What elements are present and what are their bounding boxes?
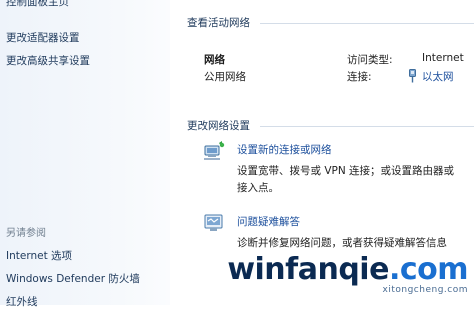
section-divider (260, 23, 474, 24)
network-name: 网络 (204, 54, 225, 66)
connection-label: 连接: (347, 71, 372, 83)
main-panel: 查看活动网络 网络 公用网络 访问类型: Internet 连接: 以太网 更改… (170, 0, 474, 305)
troubleshoot-problems-link[interactable]: 问题疑难解答 (237, 214, 300, 229)
network-type-link[interactable]: 公用网络 (204, 69, 246, 84)
troubleshoot-icon (204, 214, 224, 236)
setup-new-connection-desc-line1: 设置宽带、拨号或 VPN 连接；或设置路由器或 (237, 165, 455, 177)
access-type-value: Internet (422, 52, 464, 64)
setup-new-connection-desc-line2: 接入点。 (237, 182, 279, 194)
active-networks-header: 查看活动网络 (187, 17, 250, 29)
troubleshoot-desc-line1: 诊断并修复网络问题，或者获得疑难解答信息 (237, 237, 447, 249)
setup-new-connection-link[interactable]: 设置新的连接或网络 (237, 142, 332, 157)
change-advanced-sharing-link[interactable]: 更改高级共享设置 (6, 53, 90, 68)
change-network-settings-header: 更改网络设置 (187, 120, 250, 132)
see-also-infrared-link[interactable]: 红外线 (6, 294, 38, 309)
new-connection-icon (202, 141, 226, 165)
watermark: winfanqie.com xitongcheng.com (227, 252, 468, 296)
connection-ethernet-link[interactable]: 以太网 (422, 69, 454, 84)
see-also-heading: 另请参阅 (6, 228, 46, 239)
change-adapter-settings-link[interactable]: 更改适配器设置 (6, 30, 80, 45)
sidebar: 控制面板主页 更改适配器设置 更改高级共享设置 另请参阅 Internet 选项… (0, 0, 170, 308)
access-type-label: 访问类型: (347, 54, 393, 66)
ethernet-icon (408, 68, 417, 87)
see-also-defender-firewall-link[interactable]: Windows Defender 防火墙 (6, 271, 140, 286)
see-also-internet-options-link[interactable]: Internet 选项 (6, 248, 72, 263)
section-divider (260, 126, 474, 127)
watermark-logo-text: winfanqie.com (227, 252, 468, 287)
control-panel-home-link[interactable]: 控制面板主页 (6, 0, 69, 9)
